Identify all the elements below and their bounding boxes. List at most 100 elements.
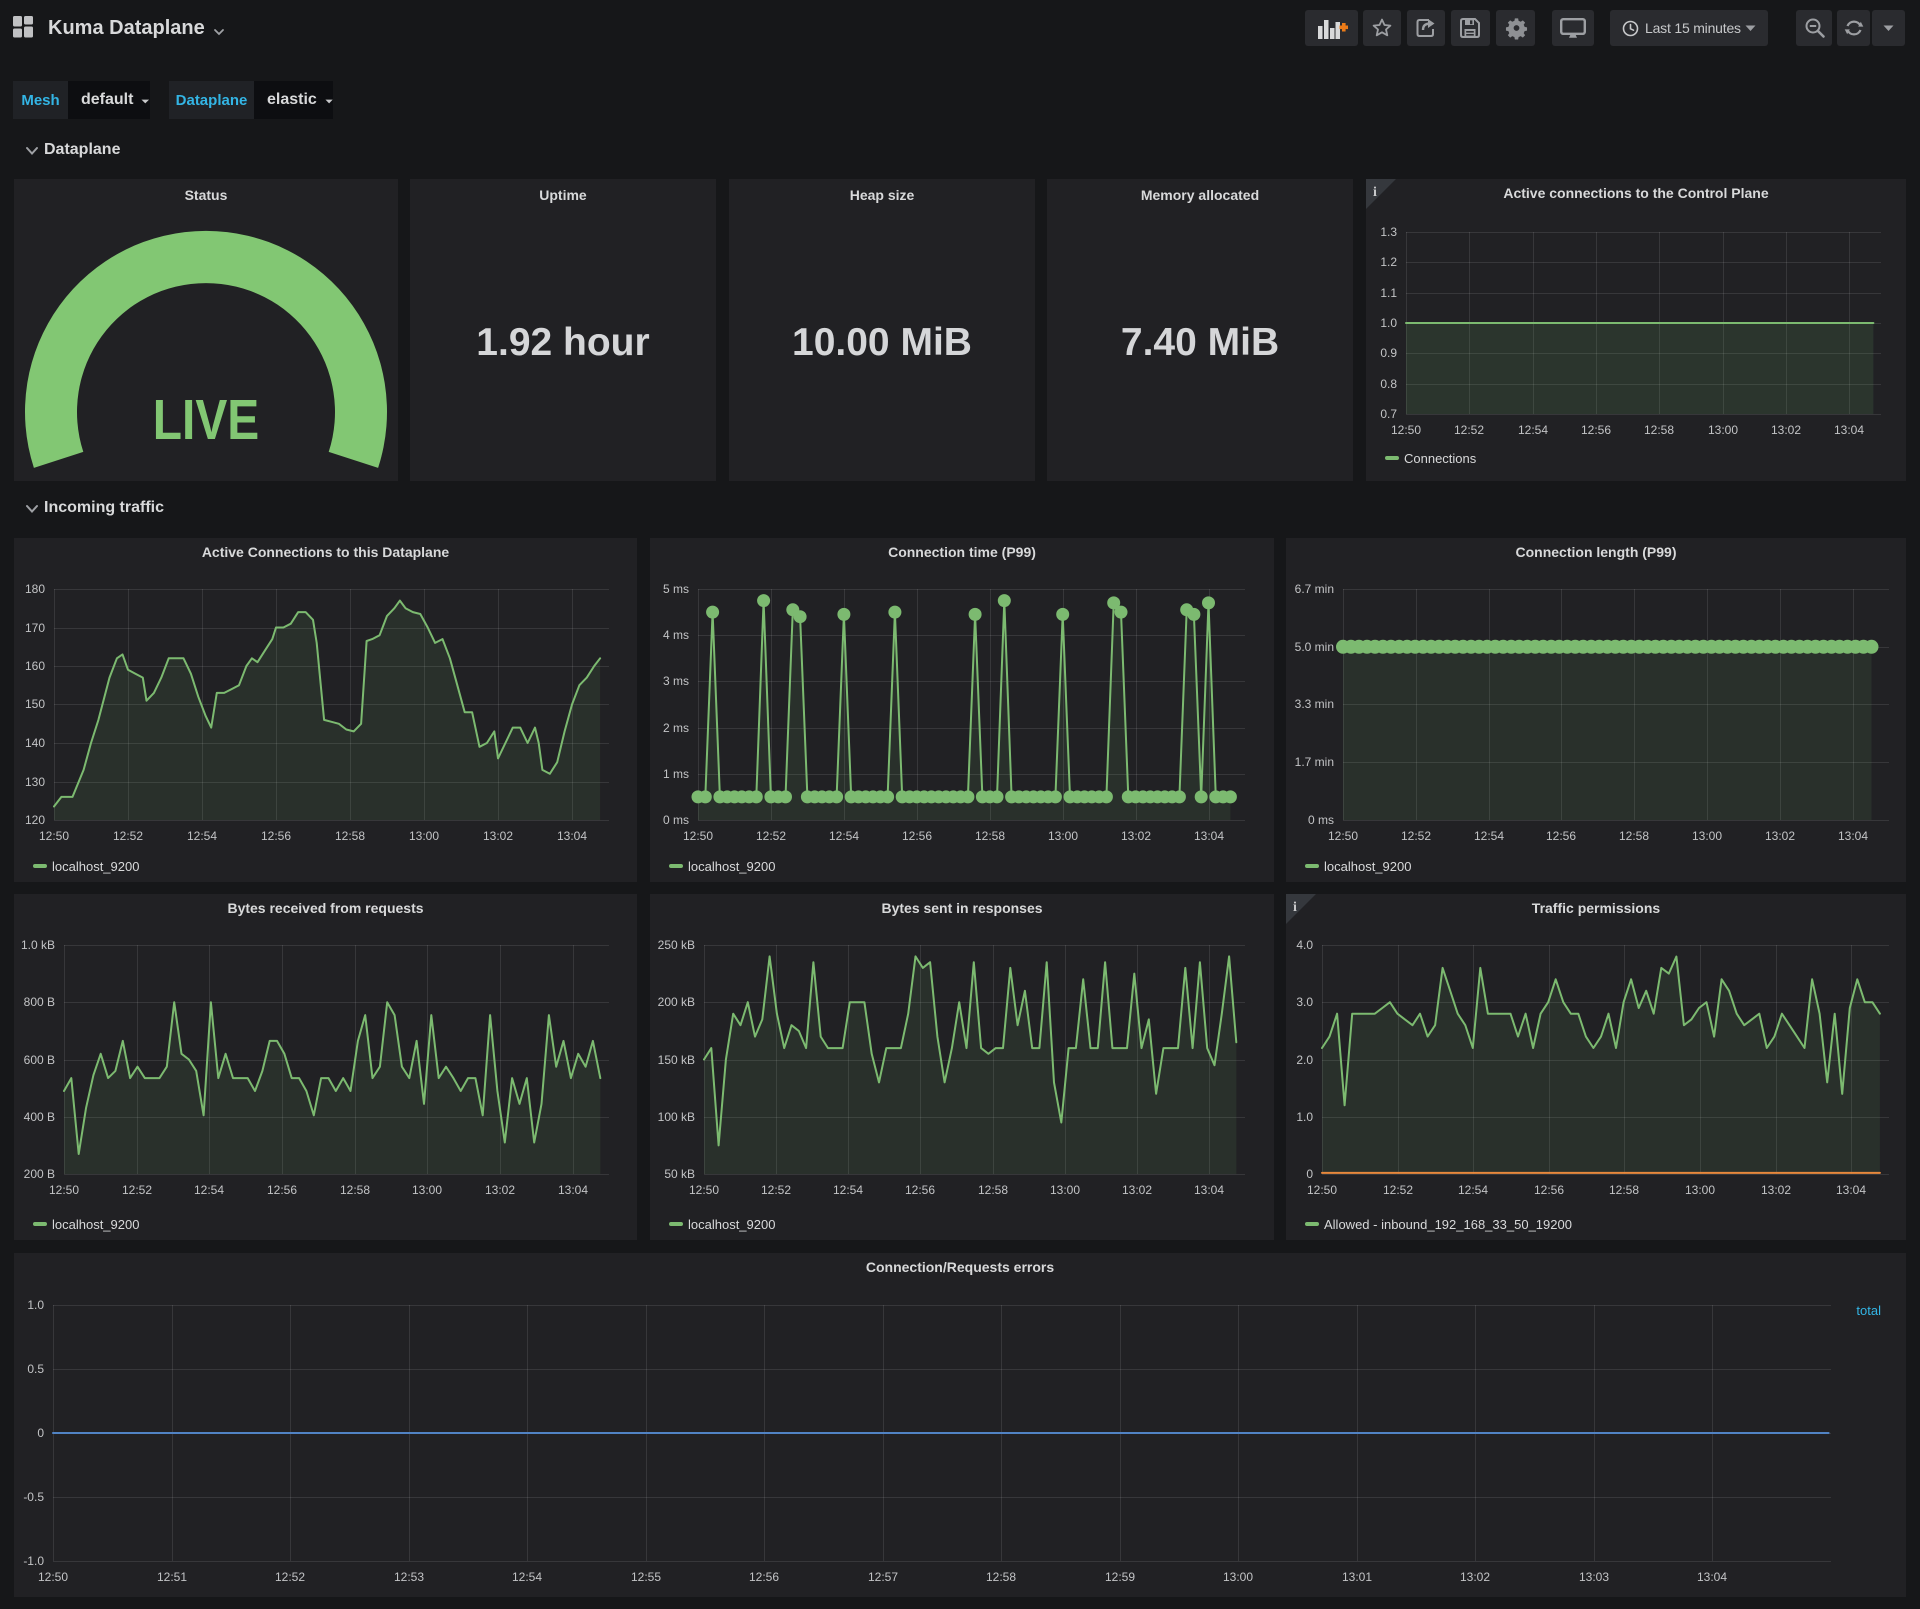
svg-text:140: 140 <box>25 736 45 750</box>
svg-text:0: 0 <box>37 1426 44 1440</box>
svg-text:0.5: 0.5 <box>27 1362 44 1376</box>
svg-text:1.3: 1.3 <box>1380 225 1397 239</box>
svg-text:13:02: 13:02 <box>483 829 513 843</box>
svg-text:12:54: 12:54 <box>194 1183 224 1197</box>
svg-text:13:04: 13:04 <box>1194 829 1224 843</box>
svg-text:50 kB: 50 kB <box>664 1167 695 1181</box>
svg-text:13:00: 13:00 <box>412 1183 442 1197</box>
svg-text:12:54: 12:54 <box>1518 423 1548 437</box>
svg-text:13:02: 13:02 <box>1121 829 1151 843</box>
svg-text:1.0 kB: 1.0 kB <box>21 938 55 952</box>
svg-text:13:04: 13:04 <box>1194 1183 1224 1197</box>
svg-text:12:58: 12:58 <box>986 1570 1016 1584</box>
svg-text:12:54: 12:54 <box>512 1570 542 1584</box>
svg-text:Connection time (P99): Connection time (P99) <box>888 544 1036 560</box>
svg-text:12:56: 12:56 <box>1581 423 1611 437</box>
svg-text:1 ms: 1 ms <box>663 767 689 781</box>
svg-text:12:52: 12:52 <box>1383 1183 1413 1197</box>
svg-text:12:52: 12:52 <box>275 1570 305 1584</box>
svg-text:100 kB: 100 kB <box>658 1110 695 1124</box>
svg-text:Bytes sent in responses: Bytes sent in responses <box>881 900 1042 916</box>
svg-text:12:59: 12:59 <box>1105 1570 1135 1584</box>
svg-text:200 B: 200 B <box>24 1167 55 1181</box>
svg-text:13:00: 13:00 <box>1223 1570 1253 1584</box>
svg-text:12:50: 12:50 <box>1307 1183 1337 1197</box>
svg-text:12:52: 12:52 <box>113 829 143 843</box>
svg-text:localhost_9200: localhost_9200 <box>1324 859 1411 874</box>
svg-text:i: i <box>1293 900 1297 915</box>
svg-text:150: 150 <box>25 697 45 711</box>
svg-text:13:02: 13:02 <box>485 1183 515 1197</box>
svg-text:12:56: 12:56 <box>267 1183 297 1197</box>
svg-text:13:02: 13:02 <box>1761 1183 1791 1197</box>
svg-text:0 ms: 0 ms <box>663 813 689 827</box>
svg-text:12:58: 12:58 <box>335 829 365 843</box>
svg-text:12:57: 12:57 <box>868 1570 898 1584</box>
svg-text:1.7 min: 1.7 min <box>1295 755 1334 769</box>
svg-text:1.2: 1.2 <box>1380 255 1397 269</box>
svg-text:13:04: 13:04 <box>1838 829 1868 843</box>
svg-text:i: i <box>1373 185 1377 200</box>
svg-text:0.7: 0.7 <box>1380 407 1397 421</box>
svg-text:200 kB: 200 kB <box>658 995 695 1009</box>
svg-text:12:52: 12:52 <box>1401 829 1431 843</box>
svg-text:12:58: 12:58 <box>1644 423 1674 437</box>
svg-text:12:53: 12:53 <box>394 1570 424 1584</box>
svg-text:12:56: 12:56 <box>749 1570 779 1584</box>
svg-text:13:00: 13:00 <box>1685 1183 1715 1197</box>
svg-text:160: 160 <box>25 659 45 673</box>
svg-text:180: 180 <box>25 582 45 596</box>
svg-text:-0.5: -0.5 <box>23 1490 44 1504</box>
svg-text:1.1: 1.1 <box>1380 286 1397 300</box>
svg-text:5.0 min: 5.0 min <box>1295 640 1334 654</box>
svg-text:13:00: 13:00 <box>1050 1183 1080 1197</box>
svg-text:12:52: 12:52 <box>756 829 786 843</box>
svg-text:13:04: 13:04 <box>1836 1183 1866 1197</box>
svg-text:13:01: 13:01 <box>1342 1570 1372 1584</box>
svg-text:150 kB: 150 kB <box>658 1053 695 1067</box>
svg-text:LIVE: LIVE <box>153 388 259 452</box>
svg-text:3 ms: 3 ms <box>663 674 689 688</box>
svg-text:13:00: 13:00 <box>1048 829 1078 843</box>
svg-text:Bytes received from requests: Bytes received from requests <box>227 900 423 916</box>
svg-text:2.0: 2.0 <box>1296 1053 1313 1067</box>
svg-text:3.0: 3.0 <box>1296 995 1313 1009</box>
svg-text:-1.0: -1.0 <box>23 1554 44 1568</box>
svg-text:13:04: 13:04 <box>558 1183 588 1197</box>
svg-text:12:50: 12:50 <box>1391 423 1421 437</box>
svg-text:12:56: 12:56 <box>1546 829 1576 843</box>
svg-text:130: 130 <box>25 775 45 789</box>
svg-text:Connection length (P99): Connection length (P99) <box>1516 544 1677 560</box>
svg-text:12:50: 12:50 <box>38 1570 68 1584</box>
svg-text:120: 120 <box>25 813 45 827</box>
svg-text:13:02: 13:02 <box>1122 1183 1152 1197</box>
svg-text:2 ms: 2 ms <box>663 721 689 735</box>
svg-text:12:54: 12:54 <box>829 829 859 843</box>
svg-text:170: 170 <box>25 621 45 635</box>
svg-text:12:54: 12:54 <box>1458 1183 1488 1197</box>
svg-text:12:52: 12:52 <box>122 1183 152 1197</box>
svg-text:1.0: 1.0 <box>1296 1110 1313 1124</box>
svg-text:12:54: 12:54 <box>1474 829 1504 843</box>
svg-text:600 B: 600 B <box>24 1053 55 1067</box>
svg-text:total: total <box>1856 1303 1881 1318</box>
svg-text:13:02: 13:02 <box>1460 1570 1490 1584</box>
svg-text:4.0: 4.0 <box>1296 938 1313 952</box>
svg-text:800 B: 800 B <box>24 995 55 1009</box>
svg-text:12:58: 12:58 <box>975 829 1005 843</box>
svg-text:13:04: 13:04 <box>1834 423 1864 437</box>
svg-text:13:02: 13:02 <box>1765 829 1795 843</box>
svg-text:Traffic permissions: Traffic permissions <box>1532 900 1661 916</box>
svg-text:Connection/Requests errors: Connection/Requests errors <box>866 1259 1054 1275</box>
svg-text:localhost_9200: localhost_9200 <box>688 859 775 874</box>
svg-text:12:58: 12:58 <box>1609 1183 1639 1197</box>
svg-text:12:54: 12:54 <box>833 1183 863 1197</box>
svg-text:13:03: 13:03 <box>1579 1570 1609 1584</box>
svg-text:localhost_9200: localhost_9200 <box>52 1217 139 1232</box>
svg-text:0.8: 0.8 <box>1380 377 1397 391</box>
svg-text:13:04: 13:04 <box>1697 1570 1727 1584</box>
svg-text:12:52: 12:52 <box>1454 423 1484 437</box>
svg-text:12:50: 12:50 <box>689 1183 719 1197</box>
svg-text:12:58: 12:58 <box>978 1183 1008 1197</box>
svg-text:250 kB: 250 kB <box>658 938 695 952</box>
